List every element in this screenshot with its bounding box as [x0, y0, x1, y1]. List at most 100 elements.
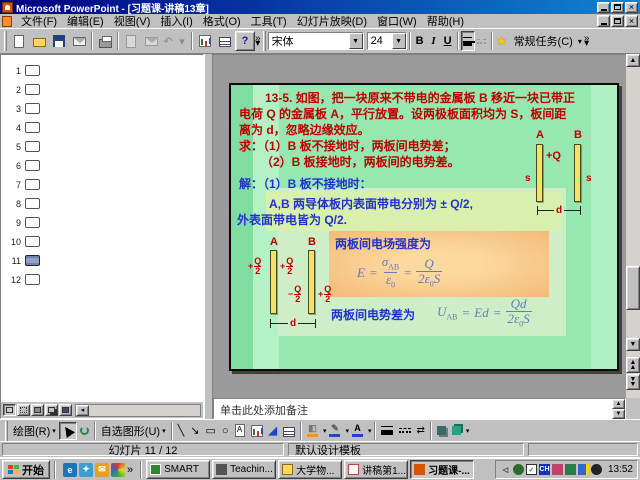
- autoshapes-menu-button[interactable]: 自选图形(U) ▾: [98, 422, 169, 440]
- toolbar-grip[interactable]: [4, 31, 7, 51]
- insert-picture-button[interactable]: [280, 422, 298, 440]
- undo-dropdown[interactable]: ▾: [175, 31, 189, 51]
- outline-slide-row[interactable]: 2: [1, 80, 203, 99]
- close-button[interactable]: ×: [625, 1, 638, 13]
- open-button[interactable]: [29, 31, 49, 51]
- outline-slide-row[interactable]: 6: [1, 156, 203, 175]
- task-button-exercise-class-active[interactable]: 习题课-...: [410, 460, 475, 479]
- scroll-left-icon[interactable]: ◂: [76, 404, 89, 416]
- slide-thumbnail-icon-current[interactable]: [25, 255, 40, 266]
- doc-minimize-button[interactable]: [597, 15, 610, 27]
- outline-horizontal-scrollbar[interactable]: ◂: [75, 403, 201, 417]
- text-box-button[interactable]: A: [232, 422, 248, 440]
- align-center-button[interactable]: [475, 31, 489, 51]
- free-rotate-button[interactable]: [77, 422, 92, 440]
- task-button-smart[interactable]: SMART: [146, 460, 211, 479]
- slide-thumbnail-icon[interactable]: [25, 84, 40, 95]
- pen-input-icon[interactable]: [551, 464, 563, 475]
- insert-chart-button[interactable]: [195, 31, 215, 51]
- slide-canvas[interactable]: 13-5. 如图，把一块原来不带电的金属板 B 移近一块已带正 电荷 Q 的金属…: [229, 83, 619, 371]
- save-button[interactable]: [49, 31, 69, 51]
- slide-sorter-view-button[interactable]: [45, 404, 58, 416]
- outline-slide-row[interactable]: 10: [1, 232, 203, 251]
- slide-thumbnail-icon[interactable]: [25, 217, 40, 228]
- scroll-up-button[interactable]: ▲: [612, 399, 625, 409]
- arrow-style-button[interactable]: ⇄: [414, 422, 428, 440]
- outline-slide-row[interactable]: 1: [1, 61, 203, 80]
- toolbar-overflow-button[interactable]: » ▾: [584, 34, 590, 49]
- powerpoint-app-icon[interactable]: [2, 1, 13, 13]
- next-slide-button[interactable]: ▼ ▼: [626, 374, 640, 390]
- scroll-up-button[interactable]: ▲: [626, 54, 640, 67]
- normal-view-button[interactable]: [3, 404, 16, 416]
- slide-thumbnail-icon[interactable]: [25, 179, 40, 190]
- arrow-tool-button[interactable]: ↘: [187, 422, 202, 440]
- outline-slide-row[interactable]: 12: [1, 270, 203, 289]
- restore-button[interactable]: [611, 1, 624, 13]
- three-d-button[interactable]: [449, 422, 464, 440]
- align-left-button[interactable]: [460, 31, 475, 51]
- task-button-teaching[interactable]: Teachin...: [212, 460, 277, 479]
- input-method-indicator[interactable]: CH: [538, 464, 550, 475]
- insert-clipart-button[interactable]: [248, 422, 266, 440]
- scrollbar-thumb[interactable]: [626, 266, 640, 310]
- chevron-down-icon[interactable]: ▾: [368, 427, 372, 435]
- italic-button[interactable]: I: [427, 31, 441, 51]
- slide-thumbnail-icon[interactable]: [25, 141, 40, 152]
- outline-slide-row[interactable]: 7: [1, 175, 203, 194]
- select-objects-button[interactable]: [58, 421, 77, 440]
- notes-scrollbar[interactable]: ▲ ▼: [612, 399, 625, 419]
- chevron-down-icon[interactable]: ▼: [348, 33, 363, 49]
- previous-slide-button[interactable]: ▲ ▲: [626, 357, 640, 373]
- battery-icon[interactable]: [577, 464, 589, 475]
- notes-placeholder[interactable]: 单击此处添加备注: [220, 402, 308, 418]
- taskbar-clock[interactable]: 13:52: [604, 464, 633, 475]
- outline-slide-row[interactable]: 3: [1, 99, 203, 118]
- font-size-combo[interactable]: 24 ▼: [366, 32, 407, 50]
- font-name-combo[interactable]: 宋体 ▼: [267, 32, 364, 50]
- menu-item-slideshow[interactable]: 幻灯片放映(D): [292, 12, 372, 30]
- media-player-icon[interactable]: [111, 462, 125, 477]
- outline-slide-row-current[interactable]: 11: [1, 251, 203, 270]
- notes-pane[interactable]: 单击此处添加备注 ▲ ▼: [213, 398, 626, 419]
- quick-launch-overflow-icon[interactable]: »: [127, 464, 133, 476]
- dash-style-button[interactable]: [396, 422, 414, 440]
- task-button-lecture-notes[interactable]: 讲稿第1...: [344, 460, 409, 479]
- chevron-down-icon[interactable]: ▼: [391, 33, 406, 49]
- underline-button[interactable]: U: [441, 31, 455, 51]
- help-button[interactable]: ?: [235, 31, 255, 51]
- menu-item-help[interactable]: 帮助(H): [422, 12, 469, 30]
- line-style-button[interactable]: [378, 422, 396, 440]
- oval-tool-button[interactable]: ○: [219, 422, 232, 440]
- font-color-button[interactable]: A: [349, 422, 366, 440]
- channels-icon[interactable]: ✦: [79, 462, 93, 477]
- chevron-down-icon[interactable]: ▾: [578, 37, 582, 46]
- scroll-down-button[interactable]: ▼: [626, 338, 640, 351]
- outline-slide-row[interactable]: 8: [1, 194, 203, 213]
- fill-color-button[interactable]: ◧: [304, 422, 321, 440]
- slide-vertical-scrollbar[interactable]: ▲ ▼ ▲ ▲ ▼ ▼: [626, 54, 640, 398]
- line-tool-button[interactable]: ╲: [175, 422, 188, 440]
- slide-thumbnail-icon[interactable]: [25, 122, 40, 133]
- pane-splitter[interactable]: [204, 54, 213, 419]
- chevron-down-icon[interactable]: ▾: [466, 427, 470, 435]
- menu-item-view[interactable]: 视图(V): [109, 12, 156, 30]
- display-settings-icon[interactable]: [564, 464, 576, 475]
- document-icon[interactable]: [2, 15, 12, 27]
- outlook-icon[interactable]: ✉: [95, 462, 109, 477]
- email-button[interactable]: [69, 31, 89, 51]
- print-button[interactable]: [95, 31, 115, 51]
- volume-icon[interactable]: ◁: [499, 464, 511, 475]
- menu-item-file[interactable]: 文件(F): [16, 12, 62, 30]
- outline-view-button[interactable]: [17, 404, 30, 416]
- task-button-physics-folder[interactable]: 大学物...: [278, 460, 343, 479]
- toolbar-grip[interactable]: [262, 31, 266, 51]
- insert-table-button[interactable]: [215, 31, 235, 51]
- doc-restore-button[interactable]: [611, 15, 624, 27]
- start-button[interactable]: 开始: [2, 460, 50, 479]
- internet-explorer-icon[interactable]: e: [63, 462, 77, 477]
- outline-slide-row[interactable]: 4: [1, 118, 203, 137]
- slide-view-button[interactable]: [31, 404, 44, 416]
- copy-button[interactable]: [121, 31, 141, 51]
- doc-close-button[interactable]: ×: [625, 15, 638, 27]
